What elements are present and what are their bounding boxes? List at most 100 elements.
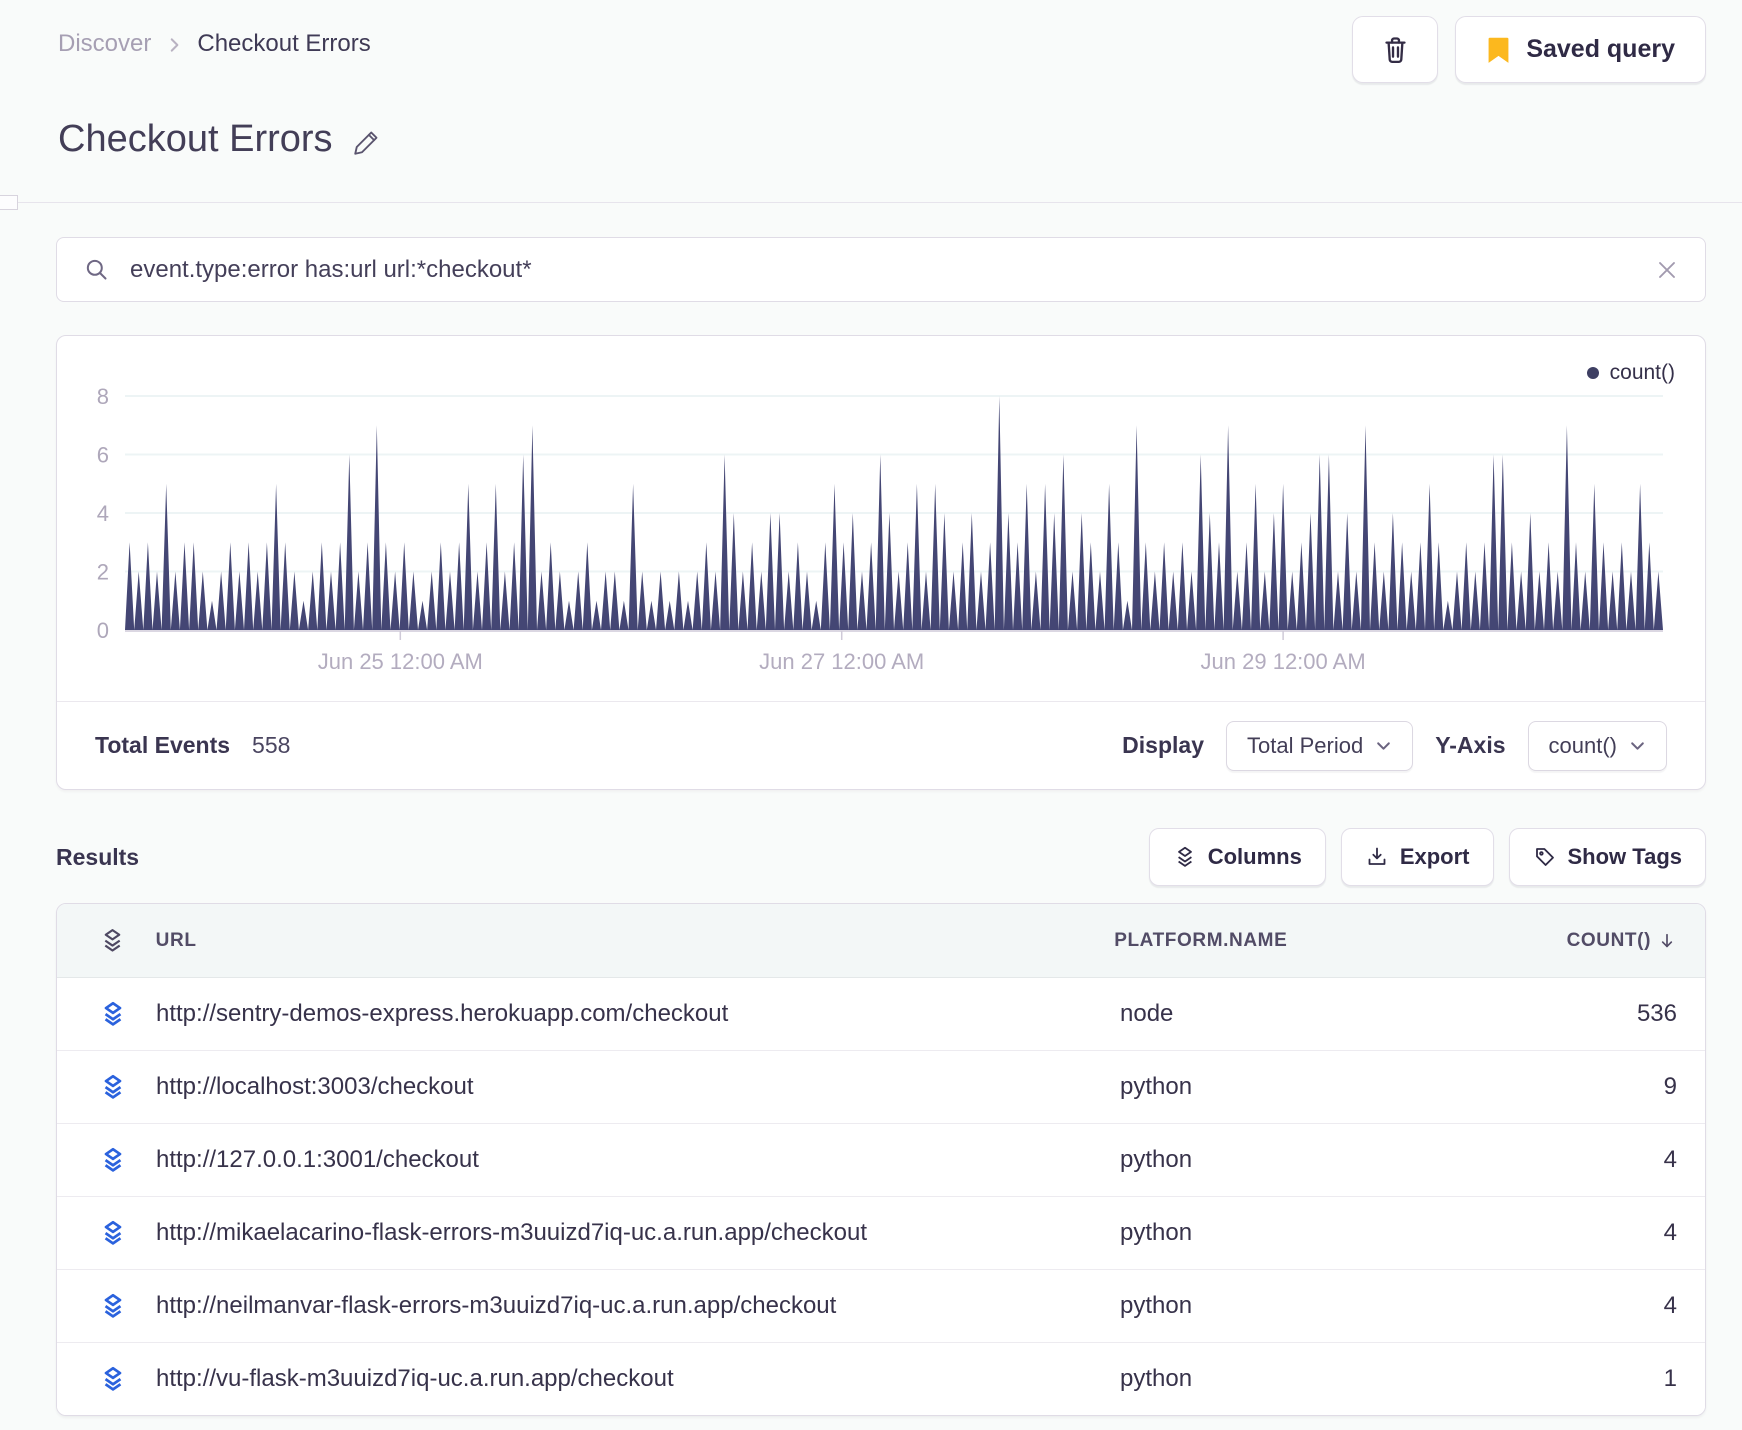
row-stack-cell[interactable]	[57, 1219, 156, 1247]
layers-icon	[99, 1073, 127, 1101]
export-button[interactable]: Export	[1340, 828, 1494, 886]
row-stack-cell[interactable]	[57, 1365, 156, 1393]
search-icon	[83, 256, 110, 283]
column-header-count[interactable]: COUNT()	[1567, 930, 1705, 952]
header-stack-cell[interactable]	[57, 927, 156, 954]
table-row[interactable]: http://mikaelacarino-flask-errors-m3uuiz…	[57, 1197, 1705, 1270]
saved-query-label: Saved query	[1526, 35, 1675, 63]
display-dropdown[interactable]: Total Period	[1226, 720, 1414, 771]
cell-platform: python	[1120, 1365, 1193, 1392]
delete-query-button[interactable]	[1352, 16, 1439, 83]
layers-icon	[99, 1000, 127, 1028]
chevron-down-icon	[1629, 737, 1646, 754]
cell-platform: python	[1120, 1073, 1193, 1100]
row-stack-cell[interactable]	[57, 1073, 156, 1101]
svg-text:0: 0	[97, 618, 109, 643]
cell-count: 536	[1636, 1000, 1677, 1027]
chart-legend[interactable]: count()	[1586, 361, 1675, 385]
y-axis-dropdown-value: count()	[1548, 732, 1617, 758]
results-table: URL PLATFORM.NAME COUNT() http://sentry-…	[56, 903, 1706, 1416]
total-events-label: Total Events	[95, 732, 231, 758]
layers-icon	[99, 1292, 127, 1320]
header-actions: Saved query	[1352, 16, 1706, 83]
bookmark-icon	[1486, 36, 1511, 64]
event-volume-chart: 0 2 4 6 8 Jun 25 12:00 AM Jun 27 12:00 AM Jun 2…	[97, 384, 1663, 674]
page-title: Checkout Errors	[58, 118, 333, 160]
cell-count: 4	[1663, 1292, 1677, 1319]
close-icon	[1655, 258, 1679, 282]
row-stack-cell[interactable]	[57, 1292, 156, 1320]
clear-search-button[interactable]	[1655, 258, 1679, 282]
results-table-body: http://sentry-demos-express.herokuapp.co…	[57, 978, 1705, 1415]
legend-dot-icon	[1586, 367, 1599, 379]
row-stack-cell[interactable]	[57, 1000, 156, 1028]
cell-count: 4	[1663, 1146, 1677, 1173]
search-query-input[interactable]	[130, 255, 1635, 284]
cell-platform: python	[1120, 1292, 1193, 1319]
svg-text:Jun 25 12:00 AM: Jun 25 12:00 AM	[318, 649, 483, 674]
collapse-handle[interactable]	[0, 195, 18, 210]
header-divider	[0, 202, 1742, 203]
svg-text:4: 4	[97, 501, 109, 526]
svg-text:2: 2	[97, 560, 109, 585]
row-stack-cell[interactable]	[57, 1146, 156, 1174]
layers-icon	[1173, 845, 1197, 869]
svg-text:Jun 27 12:00 AM: Jun 27 12:00 AM	[759, 649, 924, 674]
display-label: Display	[1122, 732, 1204, 758]
cell-url[interactable]: http://localhost:3003/checkout	[156, 1073, 1120, 1101]
cell-count: 1	[1663, 1365, 1677, 1392]
trash-icon	[1379, 33, 1412, 66]
cell-url[interactable]: http://neilmanvar-flask-errors-m3uuizd7i…	[156, 1292, 1120, 1320]
layers-icon	[99, 1219, 127, 1247]
layers-icon	[99, 927, 126, 954]
sort-descending-icon	[1657, 931, 1677, 951]
edit-title-button[interactable]	[351, 128, 381, 158]
saved-query-button[interactable]: Saved query	[1455, 16, 1706, 83]
cell-platform: node	[1120, 1000, 1174, 1027]
y-axis-label: Y-Axis	[1435, 732, 1506, 758]
layers-icon	[99, 1365, 127, 1393]
chevron-right-icon	[165, 36, 183, 54]
column-header-url[interactable]: URL	[156, 930, 1115, 952]
layers-icon	[99, 1146, 127, 1174]
cell-url[interactable]: http://127.0.0.1:3001/checkout	[156, 1146, 1120, 1174]
show-tags-button-label: Show Tags	[1567, 844, 1683, 869]
y-axis-dropdown[interactable]: count()	[1527, 720, 1667, 771]
title-row: Checkout Errors	[58, 118, 381, 161]
breadcrumb-discover-link[interactable]: Discover	[58, 30, 151, 58]
show-tags-button[interactable]: Show Tags	[1508, 828, 1706, 886]
cell-count: 9	[1663, 1073, 1677, 1100]
svg-text:8: 8	[97, 384, 109, 409]
breadcrumb-current: Checkout Errors	[197, 30, 371, 57]
column-header-platform[interactable]: PLATFORM.NAME	[1114, 930, 1566, 952]
display-dropdown-value: Total Period	[1247, 732, 1364, 758]
cell-url[interactable]: http://sentry-demos-express.herokuapp.co…	[156, 1000, 1120, 1028]
table-row[interactable]: http://127.0.0.1:3001/checkout python 4	[57, 1124, 1705, 1197]
tag-icon	[1533, 845, 1557, 869]
results-buttons: Columns Export Show Tags	[1148, 828, 1706, 886]
results-header: Results Columns Export Show Tags	[56, 828, 1706, 886]
results-title: Results	[56, 843, 140, 870]
table-row[interactable]: http://localhost:3003/checkout python 9	[57, 1051, 1705, 1124]
cell-url[interactable]: http://mikaelacarino-flask-errors-m3uuiz…	[156, 1219, 1120, 1247]
table-row[interactable]: http://vu-flask-m3uuizd7iq-uc.a.run.app/…	[57, 1343, 1705, 1415]
table-row[interactable]: http://sentry-demos-express.herokuapp.co…	[57, 978, 1705, 1051]
export-button-label: Export	[1399, 844, 1470, 869]
total-events-value: 558	[252, 732, 291, 758]
legend-label: count()	[1609, 361, 1675, 384]
columns-button-label: Columns	[1207, 844, 1302, 869]
cell-platform: python	[1120, 1146, 1193, 1173]
chart-footer: Total Events 558 Display Total Period Y-…	[57, 702, 1705, 789]
svg-text:6: 6	[97, 443, 109, 468]
download-icon	[1365, 845, 1389, 869]
search-bar	[56, 237, 1706, 302]
breadcrumb: Discover Checkout Errors	[58, 30, 371, 58]
table-row[interactable]: http://neilmanvar-flask-errors-m3uuizd7i…	[57, 1270, 1705, 1343]
columns-button[interactable]: Columns	[1148, 828, 1326, 886]
chevron-down-icon	[1375, 737, 1392, 754]
chart-panel: 0 2 4 6 8 Jun 25 12:00 AM Jun 27 12:00 AM Jun 2…	[56, 335, 1706, 790]
cell-count: 4	[1663, 1219, 1677, 1246]
svg-text:Jun 29 12:00 AM: Jun 29 12:00 AM	[1201, 649, 1366, 674]
pencil-icon	[351, 128, 381, 158]
cell-url[interactable]: http://vu-flask-m3uuizd7iq-uc.a.run.app/…	[156, 1365, 1120, 1393]
